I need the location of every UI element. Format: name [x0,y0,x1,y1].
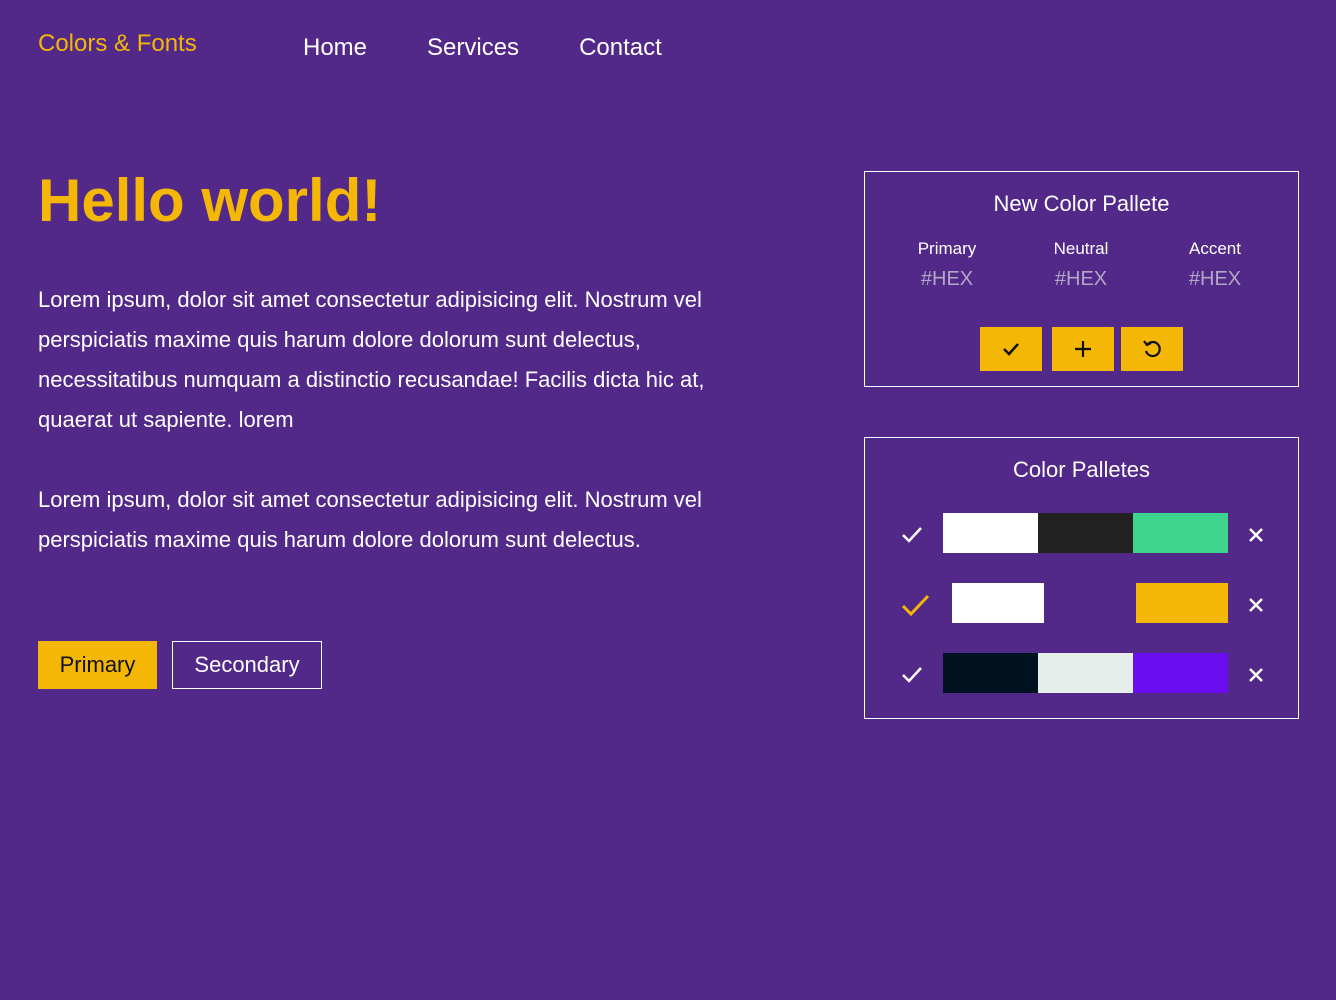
palette-1-swatch-primary [943,513,1038,553]
check-icon [1003,343,1019,356]
secondary-button[interactable]: Secondary [172,641,322,689]
remove-palette-2-close-icon[interactable] [1248,597,1264,613]
select-palette-1-check-icon[interactable] [901,525,923,545]
color-palettes-title: Color Palletes [1013,457,1150,482]
primary-field-group: Primary [897,238,997,291]
select-palette-3-check-icon[interactable] [901,665,923,685]
accent-label: Accent [1189,239,1241,258]
nav-link-services[interactable]: Services [427,34,519,62]
new-palette-title: New Color Pallete [993,191,1170,216]
hero-paragraph-1: Lorem ipsum, dolor sit amet consectetur … [38,287,705,432]
primary-button[interactable]: Primary [38,641,157,689]
hero-paragraph-2: Lorem ipsum, dolor sit amet consectetur … [38,487,702,552]
new-palette-card: New Color Pallete Primary Neutral Accent [864,171,1299,387]
plus-icon [1075,341,1091,357]
palette-1-swatch-neutral [1038,513,1133,553]
palette-3-swatch-primary [943,653,1038,693]
main-nav: Home Services Contact [303,34,722,62]
palette-3-swatch-neutral [1038,653,1133,693]
palette-3-swatch-accent [1133,653,1228,693]
nav-link-contact[interactable]: Contact [579,34,662,62]
neutral-field-group: Neutral [1031,238,1131,291]
palette-2-swatch-primary [952,583,1044,623]
neutral-hex-input[interactable] [1031,268,1131,291]
save-palette-button[interactable] [980,327,1042,371]
color-palettes-card: Color Palletes [864,437,1299,719]
select-palette-2-check-icon[interactable] [901,593,931,619]
remove-palette-3-close-icon[interactable] [1248,667,1264,683]
reset-palette-button[interactable] [1121,327,1183,371]
palette-2-swatch-neutral [1044,583,1136,623]
remove-palette-1-close-icon[interactable] [1248,527,1264,543]
primary-hex-input[interactable] [897,268,997,291]
accent-field-group: Accent [1165,238,1265,291]
palette-1-swatch-accent [1133,513,1228,553]
brand-logo-link[interactable]: Colors & Fonts [38,30,197,58]
palette-2-swatch-accent [1136,583,1228,623]
neutral-label: Neutral [1053,239,1109,258]
undo-icon [1143,340,1161,358]
add-palette-button[interactable] [1052,327,1114,371]
accent-hex-input[interactable] [1165,268,1265,291]
hero-title: Hello world! [38,167,382,234]
nav-link-home[interactable]: Home [303,34,367,62]
primary-label: Primary [917,239,977,258]
